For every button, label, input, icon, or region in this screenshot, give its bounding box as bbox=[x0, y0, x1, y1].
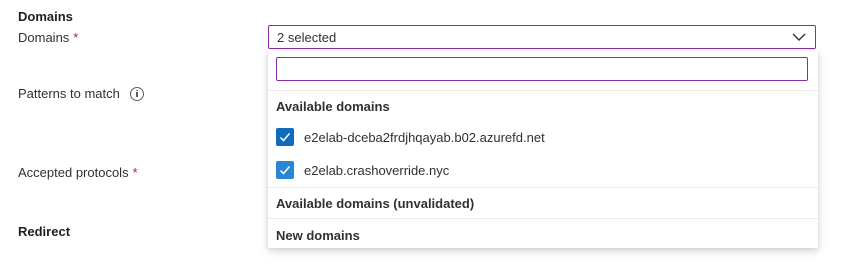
domain-search-input[interactable] bbox=[277, 58, 807, 80]
domains-dropdown-panel: Available domains e2elab-dceba2frdjhqaya… bbox=[268, 50, 818, 248]
divider bbox=[268, 90, 818, 91]
domains-dropdown[interactable]: 2 selected bbox=[268, 25, 816, 49]
redirect-section-title: Redirect bbox=[18, 224, 71, 239]
protocols-field-label: Accepted protocols * bbox=[18, 165, 138, 180]
checkbox-checked[interactable] bbox=[276, 161, 294, 179]
domain-option[interactable]: e2elab.crashoverride.nyc bbox=[276, 159, 806, 181]
patterns-label-text: Patterns to match bbox=[18, 86, 120, 101]
domains-field-label: Domains * bbox=[18, 30, 78, 45]
divider bbox=[268, 187, 818, 188]
domain-search-box[interactable] bbox=[276, 57, 808, 81]
info-icon[interactable] bbox=[129, 86, 144, 101]
domains-label-text: Domains bbox=[18, 30, 70, 45]
divider bbox=[268, 218, 818, 219]
group-header-unvalidated: Available domains (unvalidated) bbox=[276, 196, 475, 211]
domain-option-label: e2elab-dceba2frdjhqayab.b02.azurefd.net bbox=[304, 129, 545, 145]
protocols-label-text: Accepted protocols bbox=[18, 165, 129, 180]
group-header-new-domains: New domains bbox=[276, 228, 360, 243]
patterns-field-label: Patterns to match bbox=[18, 86, 144, 101]
checkbox-checked[interactable] bbox=[276, 128, 294, 146]
domain-option-label: e2elab.crashoverride.nyc bbox=[304, 162, 450, 178]
chevron-down-icon[interactable] bbox=[791, 31, 807, 43]
required-marker: * bbox=[132, 165, 138, 180]
domains-section-title: Domains bbox=[18, 9, 73, 24]
required-marker: * bbox=[73, 30, 79, 45]
domains-dropdown-value: 2 selected bbox=[277, 29, 337, 45]
group-header-available: Available domains bbox=[276, 99, 390, 114]
route-configuration-form: Domains Domains * Patterns to match Acce… bbox=[0, 0, 862, 270]
domain-option[interactable]: e2elab-dceba2frdjhqayab.b02.azurefd.net bbox=[276, 126, 806, 148]
